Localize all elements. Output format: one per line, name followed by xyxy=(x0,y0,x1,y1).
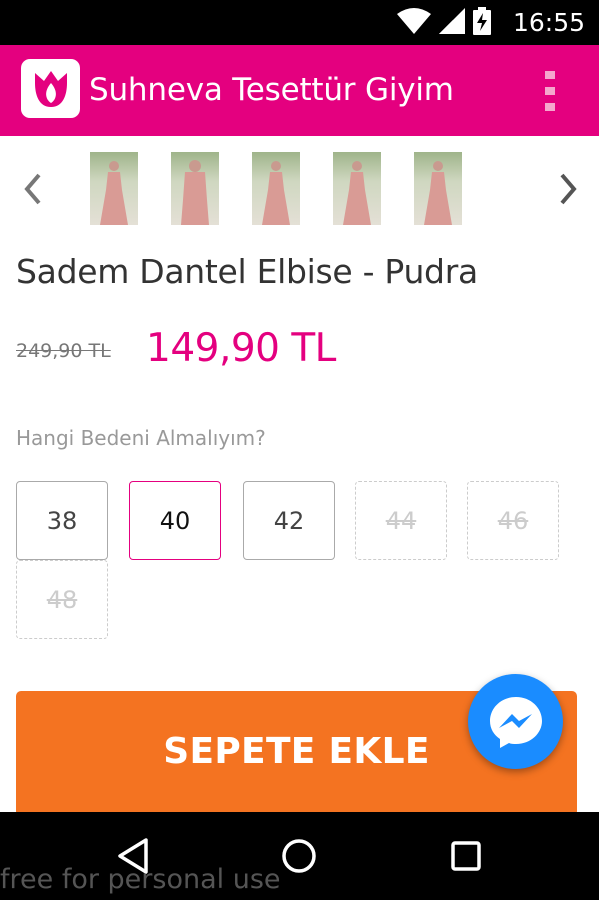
product-thumbnail-5[interactable] xyxy=(414,152,462,225)
clock: 16:55 xyxy=(512,8,585,37)
messenger-icon[interactable] xyxy=(468,674,563,769)
recents-square-icon[interactable] xyxy=(446,836,486,876)
product-title: Sadem Dantel Elbise - Pudra xyxy=(16,252,478,291)
product-thumbnail-2[interactable] xyxy=(171,152,219,225)
old-price: 249,90 TL xyxy=(16,340,111,362)
watermark-text: free for personal use xyxy=(0,864,281,895)
size-guide-link[interactable]: Hangi Bedeni Almalıyım? xyxy=(16,426,266,450)
product-thumbnail-1[interactable] xyxy=(90,152,138,225)
battery-charging-icon xyxy=(473,7,491,39)
size-option-42[interactable]: 42 xyxy=(243,481,335,560)
app-title: Suhneva Tesettür Giyim xyxy=(89,72,454,108)
status-icons xyxy=(397,7,491,39)
product-thumbnail-4[interactable] xyxy=(333,152,381,225)
tulip-logo-icon[interactable] xyxy=(21,59,80,118)
wifi-icon xyxy=(397,8,431,38)
size-option-44: 44 xyxy=(355,481,447,560)
chevron-left-icon[interactable] xyxy=(18,173,48,205)
new-price: 149,90 TL xyxy=(146,326,336,371)
signal-icon xyxy=(439,8,465,38)
size-option-46: 46 xyxy=(467,481,559,560)
overflow-menu-icon[interactable] xyxy=(543,71,557,111)
size-option-48: 48 xyxy=(16,560,108,639)
status-bar: 16:55 xyxy=(0,0,599,45)
home-circle-icon[interactable] xyxy=(279,836,319,876)
size-option-38[interactable]: 38 xyxy=(16,481,108,560)
chevron-right-icon[interactable] xyxy=(553,173,583,205)
app-bar: Suhneva Tesettür Giyim xyxy=(0,45,599,136)
product-thumbnail-3[interactable] xyxy=(252,152,300,225)
size-option-40[interactable]: 40 xyxy=(129,481,221,560)
image-gallery xyxy=(0,152,599,226)
